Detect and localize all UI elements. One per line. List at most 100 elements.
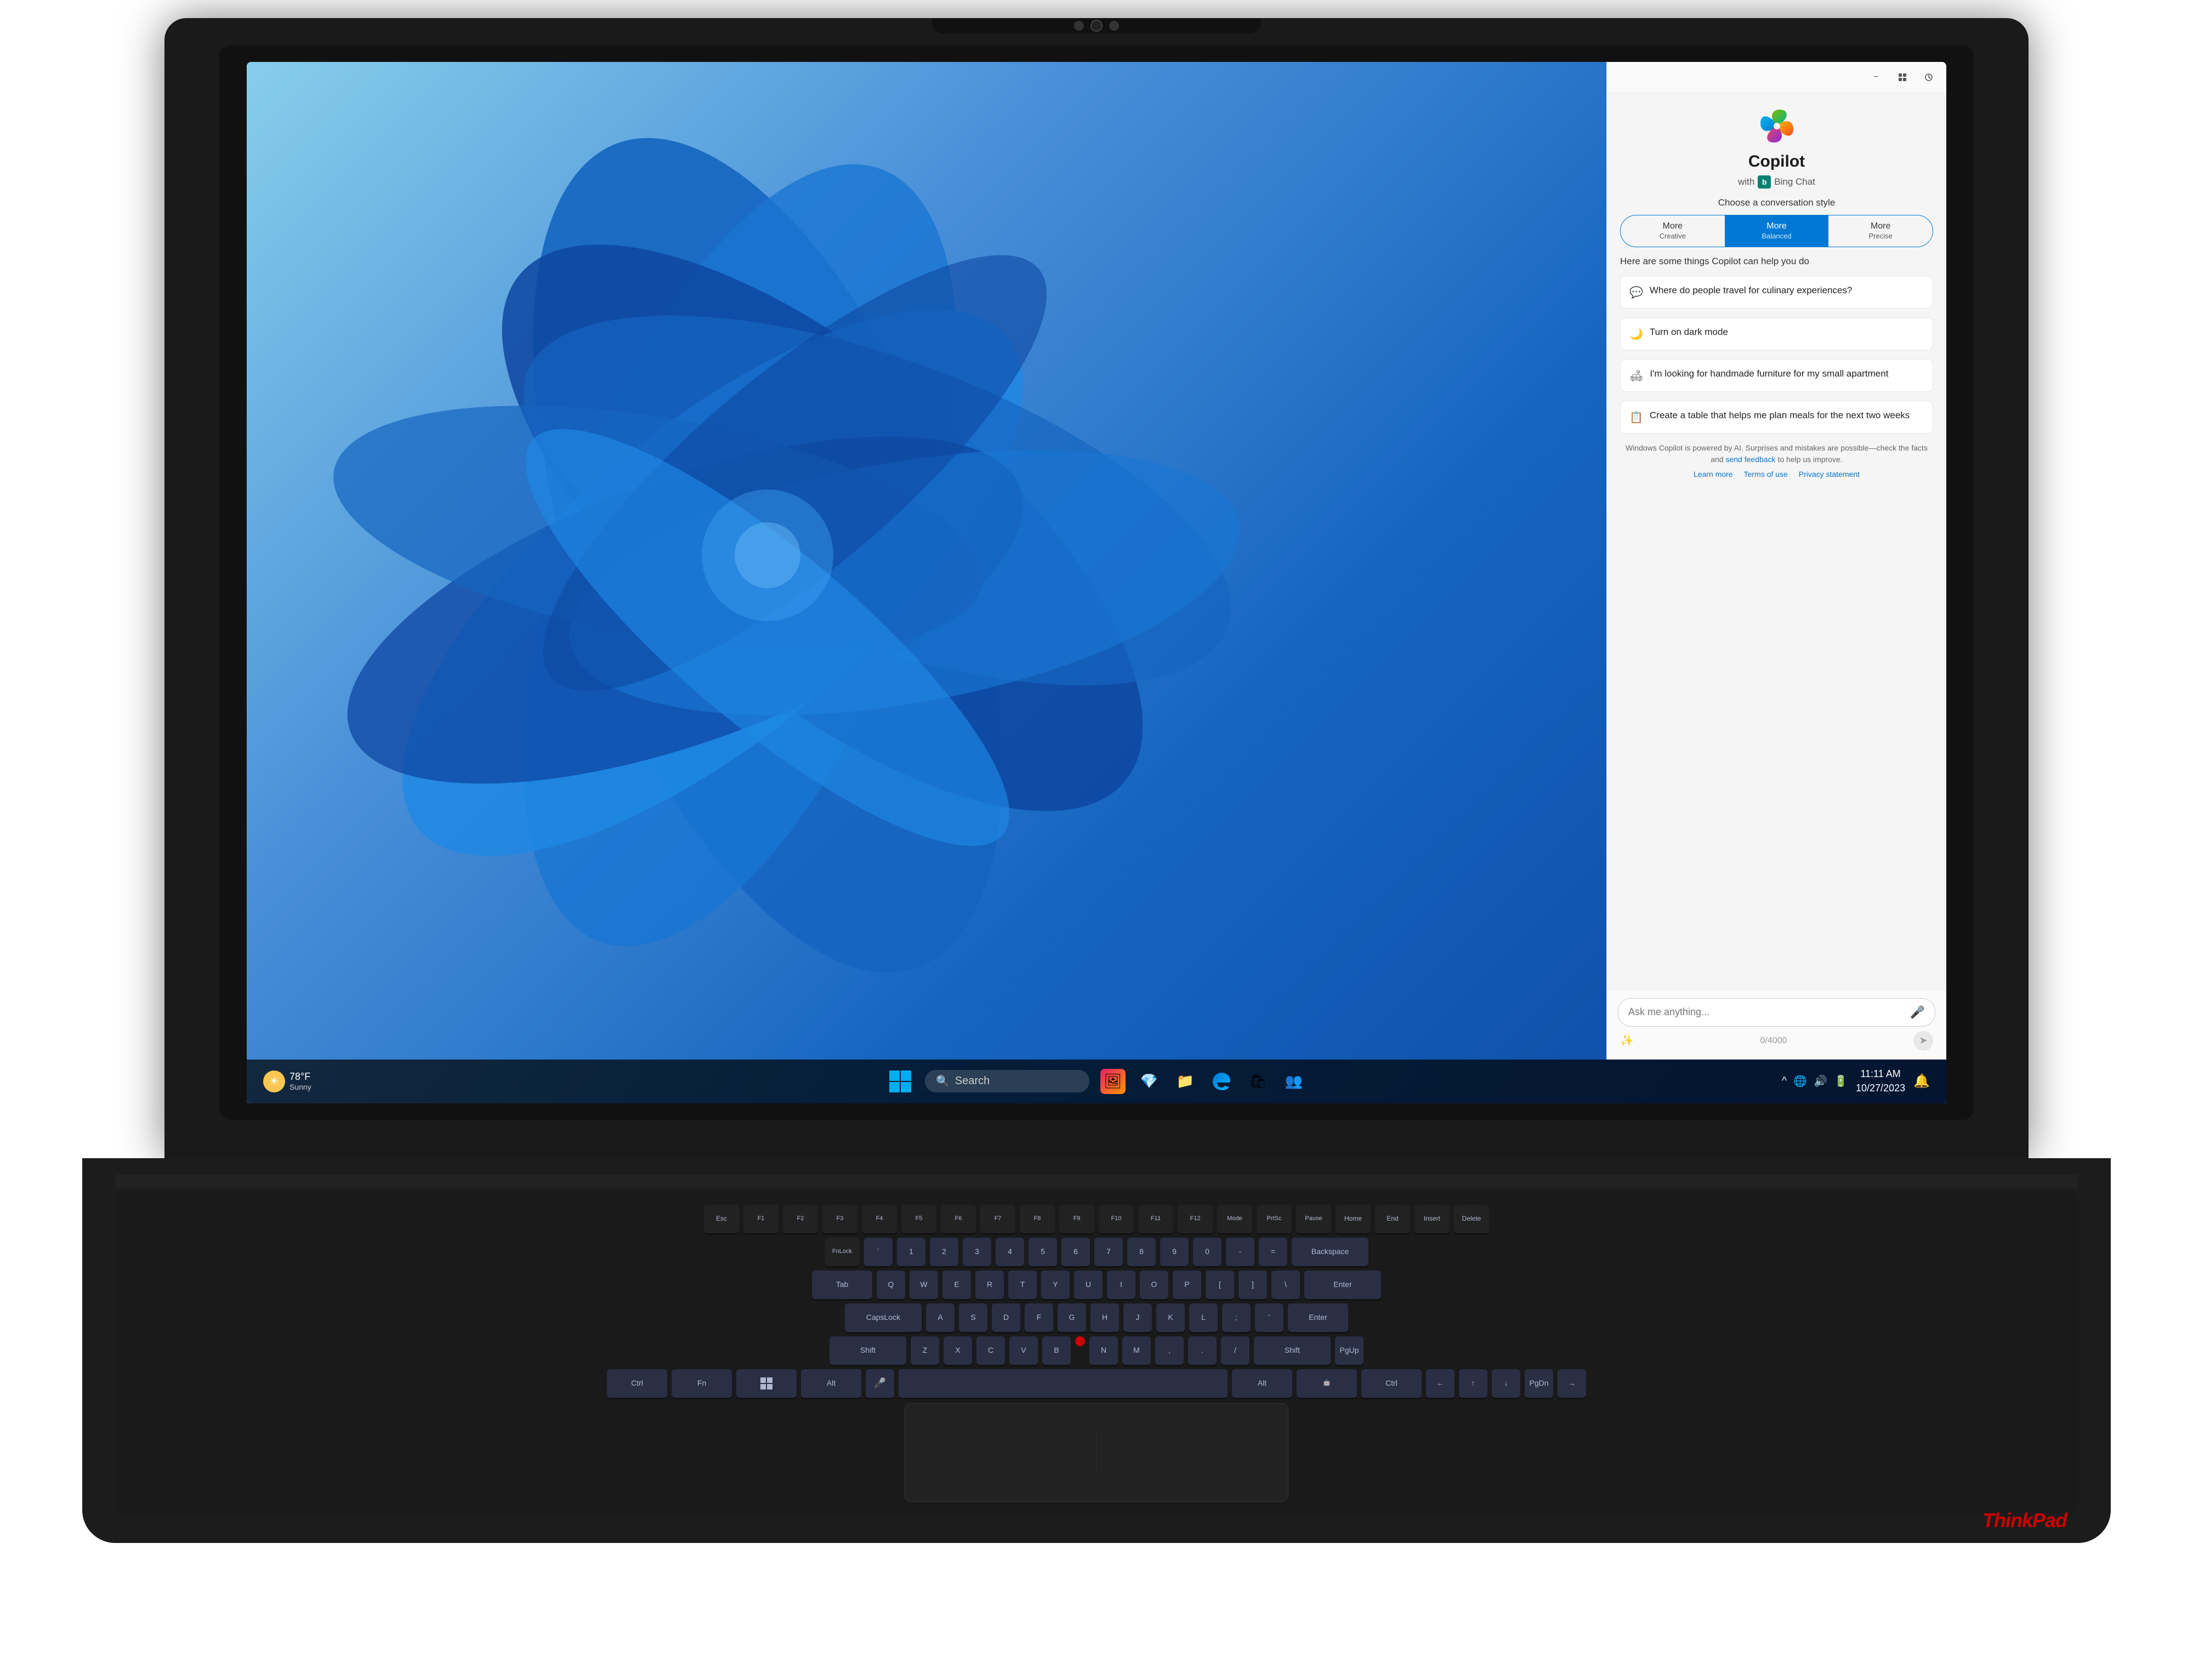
chat-input-field[interactable] — [1628, 1006, 1905, 1018]
key-g[interactable]: G — [1058, 1303, 1086, 1332]
key-c[interactable]: C — [976, 1336, 1005, 1365]
key-esc[interactable]: Esc — [704, 1205, 739, 1233]
taskbar-search[interactable]: 🔍 Search — [925, 1070, 1089, 1092]
key-d[interactable]: D — [992, 1303, 1020, 1332]
key-enter-2[interactable]: Enter — [1288, 1303, 1348, 1332]
key-e[interactable]: E — [942, 1271, 971, 1299]
notification-icon[interactable]: 🔔 — [1913, 1073, 1930, 1089]
taskbar-files-icon[interactable]: 📁 — [1173, 1069, 1198, 1094]
key-pause[interactable]: Pause — [1296, 1205, 1331, 1233]
key-arrow-right[interactable]: → — [1558, 1369, 1586, 1398]
taskbar-store-icon[interactable]: 🛍 — [1245, 1069, 1270, 1094]
key-minus[interactable]: - — [1226, 1238, 1254, 1266]
key-3[interactable]: 3 — [963, 1238, 991, 1266]
key-f1[interactable]: F1 — [743, 1205, 779, 1233]
key-0[interactable]: 0 — [1193, 1238, 1222, 1266]
key-f4[interactable]: F4 — [862, 1205, 897, 1233]
trackpad[interactable] — [905, 1403, 1288, 1502]
sparkle-button[interactable]: ✨ — [1620, 1034, 1634, 1047]
key-u[interactable]: U — [1074, 1271, 1103, 1299]
key-alt-left[interactable]: Alt — [801, 1369, 861, 1398]
key-6[interactable]: 6 — [1061, 1238, 1090, 1266]
weather-widget[interactable]: ☀ 78°F Sunny — [263, 1070, 311, 1092]
history-button[interactable] — [1920, 69, 1938, 86]
key-equals[interactable]: = — [1259, 1238, 1287, 1266]
trackpoint-button[interactable] — [1075, 1336, 1085, 1346]
key-t[interactable]: T — [1008, 1271, 1037, 1299]
network-icon[interactable]: 🌐 — [1793, 1074, 1807, 1088]
key-q[interactable]: Q — [877, 1271, 905, 1299]
battery-icon[interactable]: 🔋 — [1834, 1074, 1848, 1088]
taskbar-edge-icon[interactable] — [1209, 1069, 1234, 1094]
key-windows[interactable] — [736, 1369, 797, 1398]
key-n[interactable]: N — [1089, 1336, 1118, 1365]
key-mode[interactable]: Mode — [1217, 1205, 1252, 1233]
learn-more-link[interactable]: Learn more — [1694, 469, 1733, 480]
key-lbracket[interactable]: [ — [1206, 1271, 1234, 1299]
key-backtick[interactable]: ` — [864, 1238, 893, 1266]
key-mic[interactable]: 🎤 — [866, 1369, 894, 1398]
key-b[interactable]: B — [1042, 1336, 1071, 1365]
key-f10[interactable]: F10 — [1099, 1205, 1134, 1233]
key-space[interactable] — [899, 1369, 1228, 1398]
key-shift-right[interactable]: Shift — [1254, 1336, 1331, 1365]
key-arrow-left[interactable]: ← — [1426, 1369, 1455, 1398]
key-comma[interactable]: , — [1155, 1336, 1184, 1365]
key-i[interactable]: I — [1107, 1271, 1135, 1299]
key-ctrl-right[interactable]: Ctrl — [1361, 1369, 1422, 1398]
key-f9[interactable]: F9 — [1059, 1205, 1094, 1233]
key-quote[interactable]: ' — [1255, 1303, 1283, 1332]
key-slash[interactable]: / — [1221, 1336, 1249, 1365]
key-o[interactable]: O — [1140, 1271, 1168, 1299]
grid-view-button[interactable] — [1894, 69, 1911, 86]
key-ctrl-left[interactable]: Ctrl — [607, 1369, 667, 1398]
key-4[interactable]: 4 — [996, 1238, 1024, 1266]
key-v[interactable]: V — [1009, 1336, 1038, 1365]
key-m[interactable]: M — [1122, 1336, 1151, 1365]
suggestion-furniture[interactable]: 🛋 I'm looking for handmade furniture for… — [1620, 359, 1933, 392]
microphone-button[interactable]: 🎤 — [1910, 1005, 1925, 1020]
key-k[interactable]: K — [1156, 1303, 1185, 1332]
key-f11[interactable]: F11 — [1138, 1205, 1173, 1233]
key-1[interactable]: 1 — [897, 1238, 925, 1266]
key-l[interactable]: L — [1189, 1303, 1218, 1332]
key-f[interactable]: F — [1025, 1303, 1053, 1332]
key-2[interactable]: 2 — [930, 1238, 958, 1266]
privacy-statement-link[interactable]: Privacy statement — [1799, 469, 1860, 480]
key-s[interactable]: S — [959, 1303, 987, 1332]
suggestion-culinary[interactable]: 💬 Where do people travel for culinary ex… — [1620, 276, 1933, 309]
key-home[interactable]: Home — [1336, 1205, 1371, 1233]
key-backslash[interactable]: \ — [1271, 1271, 1300, 1299]
key-fnlock[interactable]: FnLock — [825, 1238, 860, 1266]
key-insert[interactable]: Insert — [1414, 1205, 1450, 1233]
key-fn[interactable]: Fn — [672, 1369, 732, 1398]
key-pgup[interactable]: PgUp — [1335, 1336, 1363, 1365]
taskbar-photos-icon[interactable]: 🖼 — [1100, 1069, 1126, 1094]
key-backspace[interactable]: Backspace — [1292, 1238, 1368, 1266]
key-5[interactable]: 5 — [1029, 1238, 1057, 1266]
send-button[interactable]: ➤ — [1913, 1031, 1933, 1051]
key-z[interactable]: Z — [911, 1336, 939, 1365]
suggestion-meals[interactable]: 📋 Create a table that helps me plan meal… — [1620, 401, 1933, 434]
key-f7[interactable]: F7 — [980, 1205, 1015, 1233]
style-btn-precise[interactable]: More Precise — [1828, 215, 1933, 247]
key-arrow-down[interactable]: ↓ — [1492, 1369, 1520, 1398]
send-feedback-link[interactable]: send feedback — [1725, 455, 1775, 464]
key-9[interactable]: 9 — [1160, 1238, 1189, 1266]
clock[interactable]: 11:11 AM 10/27/2023 — [1856, 1067, 1905, 1095]
key-8[interactable]: 8 — [1127, 1238, 1156, 1266]
windows-start-button[interactable] — [887, 1068, 914, 1095]
key-capslock[interactable]: CapsLock — [845, 1303, 922, 1332]
taskbar-tips-icon[interactable]: 💎 — [1137, 1069, 1162, 1094]
taskbar-teams-icon[interactable]: 👥 — [1281, 1069, 1306, 1094]
key-j[interactable]: J — [1123, 1303, 1152, 1332]
chevron-up-icon[interactable]: ^ — [1782, 1075, 1787, 1087]
key-period[interactable]: . — [1188, 1336, 1217, 1365]
key-prtsc[interactable]: PrtSc — [1257, 1205, 1292, 1233]
key-f3[interactable]: F3 — [822, 1205, 857, 1233]
key-h[interactable]: H — [1090, 1303, 1119, 1332]
key-r[interactable]: R — [975, 1271, 1004, 1299]
key-x[interactable]: X — [944, 1336, 972, 1365]
style-btn-balanced[interactable]: More Balanced — [1725, 215, 1829, 247]
key-pgdown[interactable]: PgDn — [1525, 1369, 1553, 1398]
